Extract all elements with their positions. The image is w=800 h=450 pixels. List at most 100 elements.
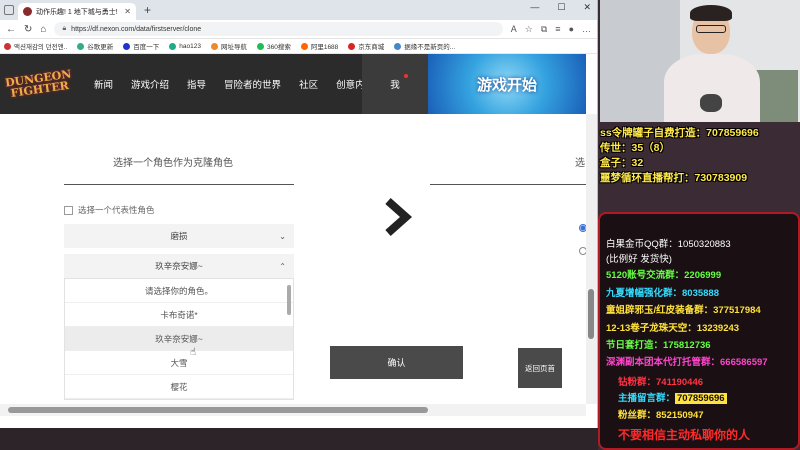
representative-checkbox[interactable] <box>64 205 73 215</box>
bookmarks-bar: 액션재감의 던전앤.. 谷歌更新 百度一下 hao123 网址导航 360搜索 … <box>0 39 597 54</box>
game-start-label: 游戏开始 <box>476 75 537 94</box>
site-favicon-icon <box>23 7 32 16</box>
close-tab-icon[interactable]: ✕ <box>124 7 131 16</box>
tab-actions-icon[interactable] <box>4 5 14 15</box>
scam-warning: 不要相信主动私聊你的人 <box>618 428 751 442</box>
dropdown-option[interactable]: 请选择你的角色。 <box>65 279 293 303</box>
dropdown-option[interactable]: 卡布奇诺* <box>65 303 293 327</box>
maximize-icon[interactable]: ☐ <box>557 2 565 13</box>
browser-window: 动作乐趣! 1 地下城与勇士! ✕ + — ☐ ✕ ← ↻ ⌂ 🔒︎ https… <box>0 0 598 428</box>
url-text: https://df.nexon.com/data/firstserver/cl… <box>71 25 202 33</box>
bear-print <box>700 94 722 112</box>
info-line: 盒子：32 <box>600 157 644 169</box>
nav-item-community[interactable]: 社区 <box>299 77 318 91</box>
nav-item-game-intro[interactable]: 游戏介绍 <box>131 77 169 91</box>
server-select[interactable]: 磨损 ⌄ <box>64 224 294 248</box>
bookmark-icon <box>256 42 264 50</box>
my-account-button[interactable]: 我 <box>362 54 428 114</box>
group-line: 12-13卷子龙珠天空：13239243 <box>606 323 740 334</box>
clone-heading: 选择一个角色作为克隆角色 <box>113 158 233 169</box>
info-line: 噩梦循环直播帮打：730783909 <box>600 172 748 184</box>
group-line: 深渊副本团本代打托管群：666586597 <box>606 357 768 368</box>
server-select-value: 磨损 <box>170 231 188 241</box>
split-screen-icon[interactable]: ⧉ <box>541 24 547 35</box>
lock-icon: 🔒︎ <box>62 25 67 32</box>
bookmark-icon <box>348 42 356 50</box>
url-field[interactable]: 🔒︎ https://df.nexon.com/data/firstserver… <box>54 22 503 36</box>
bookmark-item[interactable]: 액션재감의 던전앤.. <box>4 41 67 51</box>
divider <box>64 184 294 185</box>
group-line: 九夏增幅强化群：8035888 <box>606 288 719 299</box>
bookmark-item[interactable]: 百度一下 <box>123 41 159 51</box>
bookmark-icon <box>77 42 85 50</box>
browser-tab[interactable]: 动作乐趣! 1 地下城与勇士! ✕ <box>18 3 136 20</box>
nav-item-adventurer-world[interactable]: 冒险者的世界 <box>224 77 281 91</box>
bookmark-icon <box>123 42 131 50</box>
back-to-top-button[interactable]: 返回页首 <box>518 348 562 388</box>
dropdown-scrollbar[interactable] <box>287 285 291 315</box>
representative-checkbox-label: 选择一个代表性角色 <box>78 205 155 215</box>
horizontal-scrollbar[interactable] <box>0 404 586 416</box>
horizontal-scroll-thumb[interactable] <box>8 407 428 413</box>
address-bar: ← ↻ ⌂ 🔒︎ https://df.nexon.com/data/first… <box>0 20 597 39</box>
home-icon[interactable]: ⌂ <box>40 24 46 35</box>
group-line: 节日套打造：175812736 <box>606 340 711 351</box>
info-line: ss令牌罐子自费打造：707859696 <box>600 127 759 139</box>
clone-page-content: 选择一个角色作为克隆角色 选 选择一个代表性角色 磨损 ⌄ 玖辛奈安娜~ ⌃ 请… <box>0 114 587 404</box>
representative-checkbox-row[interactable]: 选择一个代表性角色 <box>64 204 155 216</box>
nav-item-news[interactable]: 新闻 <box>94 77 113 91</box>
main-nav: 新闻 游戏介绍 指导 冒险者的世界 社区 创意内容 <box>94 77 374 91</box>
game-start-banner[interactable]: 游戏开始 <box>428 54 586 114</box>
game-logo[interactable]: DUNGEON FIGHTER <box>0 54 78 114</box>
mouse-cursor-icon: ☝ <box>190 347 197 358</box>
bookmark-item[interactable]: 谷歌更新 <box>77 41 113 51</box>
webcam-feed <box>600 0 800 122</box>
window-controls: — ☐ ✕ <box>530 2 591 13</box>
bookmark-item[interactable]: 360搜索 <box>256 41 291 51</box>
bookmark-icon <box>394 42 402 50</box>
refresh-icon[interactable]: ↻ <box>24 24 32 35</box>
dropdown-option[interactable]: 大雪 <box>65 351 293 375</box>
bookmark-icon <box>300 42 308 50</box>
close-window-icon[interactable]: ✕ <box>583 2 591 13</box>
group-line: 白果金币QQ群：1050320883 <box>606 239 731 250</box>
nav-item-guide[interactable]: 指导 <box>187 77 206 91</box>
my-account-label: 我 <box>390 80 400 91</box>
divider <box>430 184 586 185</box>
tab-title: 动作乐趣! 1 地下城与勇士! <box>36 8 118 16</box>
info-line: 传世：35（8） <box>600 142 671 154</box>
minimize-icon[interactable]: — <box>530 2 539 13</box>
group-line-label: 主播留言群： <box>618 393 676 404</box>
back-icon[interactable]: ← <box>6 24 16 35</box>
group-line: 钻粉群：741190446 <box>618 377 704 388</box>
chevron-down-icon: ⌄ <box>279 231 286 241</box>
bookmark-item[interactable]: 阿里1688 <box>300 41 338 51</box>
bookmark-item[interactable]: hao123 <box>169 42 201 50</box>
bookmark-icon <box>4 42 11 50</box>
stream-info-panel: ss令牌罐子自费打造：707859696 传世：35（8） 盒子：32 噩梦循环… <box>600 126 800 186</box>
page-scrollbar[interactable] <box>586 114 597 404</box>
confirm-button[interactable]: 确认 <box>330 346 463 379</box>
target-heading: 选 <box>575 158 585 169</box>
dropdown-option[interactable]: 樱花 <box>65 375 293 399</box>
group-line: 5120账号交流群：2206999 <box>606 270 722 281</box>
dropdown-option[interactable]: 玖辛奈安娜~ <box>65 327 293 351</box>
glasses <box>696 25 726 33</box>
new-tab-icon[interactable]: + <box>144 3 151 17</box>
favorite-star-icon[interactable]: ☆ <box>525 24 533 35</box>
read-aloud-icon[interactable]: A <box>511 24 517 34</box>
group-line: 童姐辟邪玉/红皮装备群：377517984 <box>606 305 761 316</box>
more-menu-icon[interactable]: … <box>582 24 591 34</box>
site-header: DUNGEON FIGHTER 新闻 游戏介绍 指导 冒险者的世界 社区 创意内… <box>0 54 586 114</box>
character-select[interactable]: 玖辛奈安娜~ ⌃ <box>64 254 294 278</box>
bookmark-item[interactable]: 据缘不是新页的... <box>394 41 455 51</box>
bookmark-item[interactable]: 网址导航 <box>210 41 247 51</box>
group-list-panel: 白果金币QQ群：1050320883 (比例好 发货快) 5120账号交流群：2… <box>598 212 800 450</box>
bookmark-item[interactable]: 京东商城 <box>348 41 384 51</box>
notification-dot <box>404 74 408 78</box>
profile-icon[interactable]: ● <box>569 24 574 34</box>
group-line: (比例好 发货快) <box>606 254 672 265</box>
collections-icon[interactable]: ≡ <box>555 24 560 34</box>
character-dropdown-list[interactable]: 请选择你的角色。 卡布奇诺* 玖辛奈安娜~ 大雪 樱花 <box>64 278 294 400</box>
page-scroll-thumb[interactable] <box>588 289 594 339</box>
